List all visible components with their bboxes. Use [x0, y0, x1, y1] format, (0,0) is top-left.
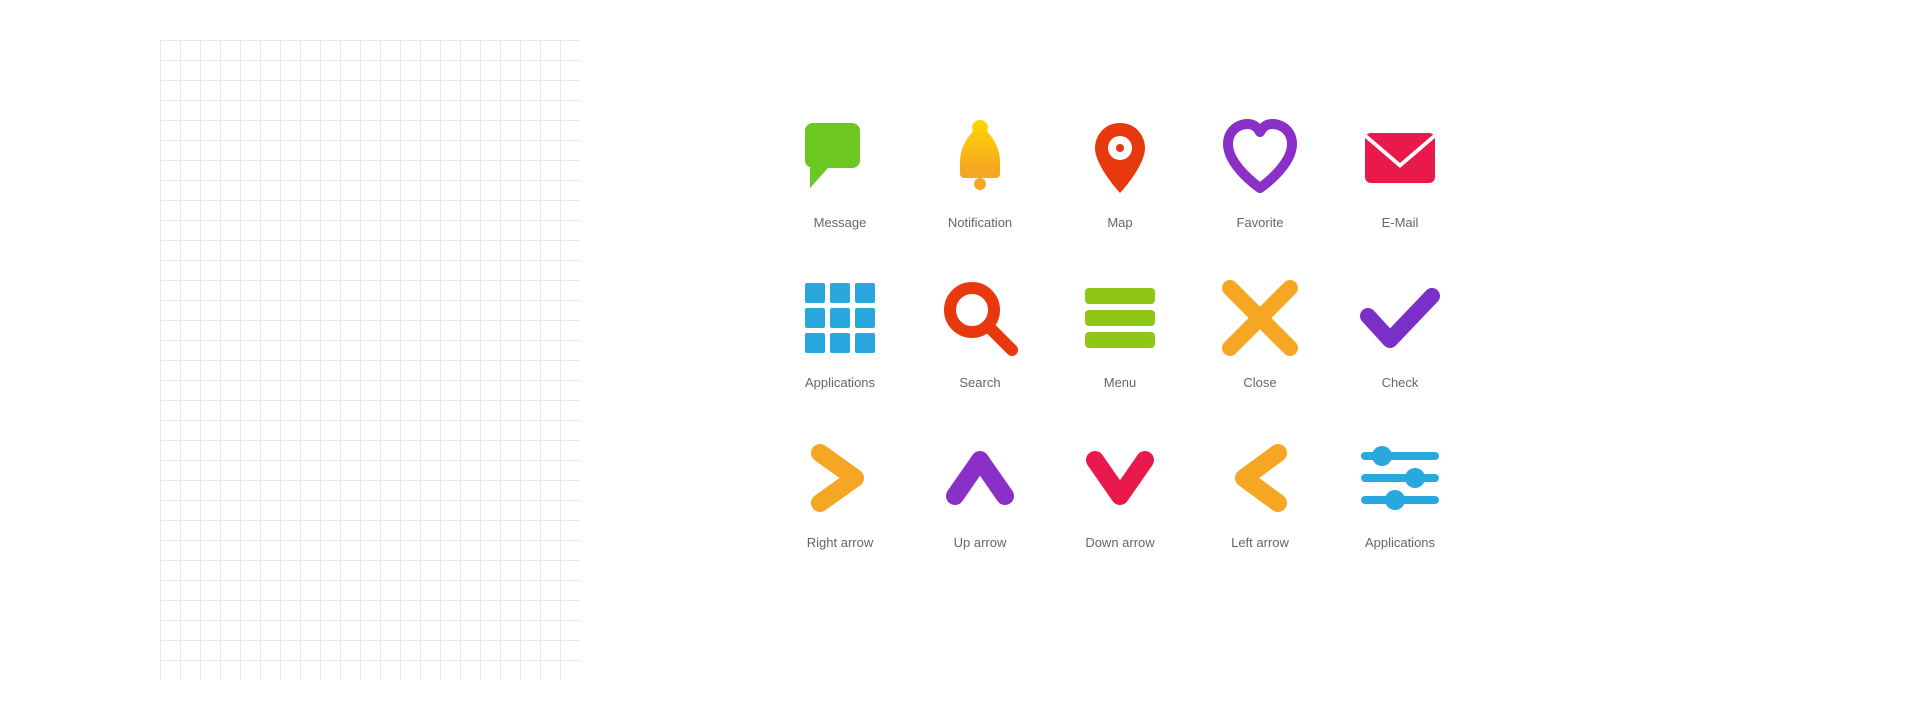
left-arrow-label: Left arrow: [1231, 535, 1289, 550]
grid-background: [160, 40, 580, 680]
check-label: Check: [1382, 375, 1419, 390]
notification-cell: Notification: [910, 80, 1050, 240]
left-arrow-icon: [1215, 433, 1305, 523]
email-icon: [1355, 113, 1445, 203]
search-icon: [935, 273, 1025, 363]
menu-icon: [1075, 273, 1165, 363]
menu-cell: Menu: [1050, 240, 1190, 400]
email-label: E-Mail: [1382, 215, 1419, 230]
left-arrow-cell: Left arrow: [1190, 400, 1330, 560]
favorite-icon: [1215, 113, 1305, 203]
down-arrow-label: Down arrow: [1085, 535, 1154, 550]
close-label: Close: [1243, 375, 1276, 390]
search-label: Search: [959, 375, 1000, 390]
applications2-label: Applications: [1365, 535, 1435, 550]
notification-icon: [935, 113, 1025, 203]
message-icon: [795, 113, 885, 203]
close-cell: Close: [1190, 240, 1330, 400]
close-icon: [1215, 273, 1305, 363]
favorite-label: Favorite: [1237, 215, 1284, 230]
check-icon: [1355, 273, 1445, 363]
applications-label: Applications: [805, 375, 875, 390]
check-cell: Check: [1330, 240, 1470, 400]
applications2-icon: [1355, 433, 1445, 523]
applications-dots-icon: [795, 273, 885, 363]
menu-label: Menu: [1104, 375, 1137, 390]
right-arrow-label: Right arrow: [807, 535, 873, 550]
email-cell: E-Mail: [1330, 80, 1470, 240]
up-arrow-cell: Up arrow: [910, 400, 1050, 560]
icons-grid: Message: [770, 80, 1470, 560]
search-cell: Search: [910, 240, 1050, 400]
right-arrow-icon: [795, 433, 885, 523]
message-label: Message: [814, 215, 867, 230]
down-arrow-icon: [1075, 433, 1165, 523]
applications2-cell: Applications: [1330, 400, 1470, 560]
map-cell: Map: [1050, 80, 1190, 240]
up-arrow-icon: [935, 433, 1025, 523]
right-arrow-cell: Right arrow: [770, 400, 910, 560]
down-arrow-cell: Down arrow: [1050, 400, 1190, 560]
favorite-cell: Favorite: [1190, 80, 1330, 240]
up-arrow-label: Up arrow: [954, 535, 1007, 550]
message-cell: Message: [770, 80, 910, 240]
notification-label: Notification: [948, 215, 1012, 230]
applications-cell: Applications: [770, 240, 910, 400]
map-label: Map: [1107, 215, 1132, 230]
map-icon: [1075, 113, 1165, 203]
